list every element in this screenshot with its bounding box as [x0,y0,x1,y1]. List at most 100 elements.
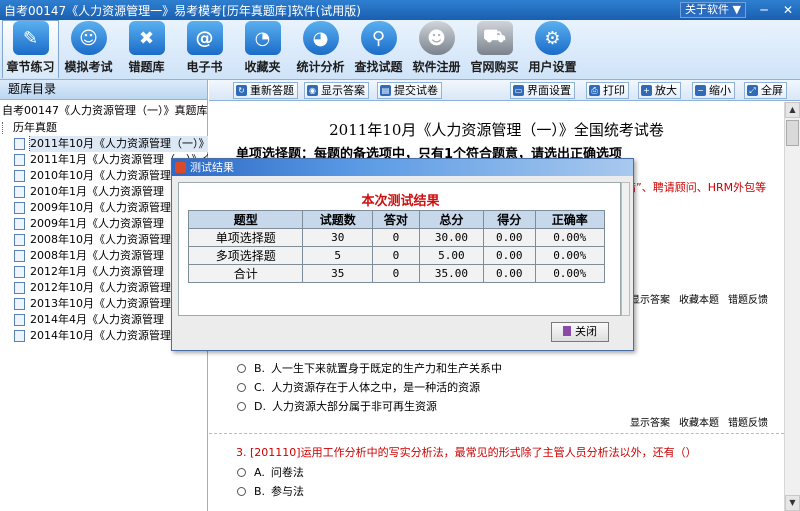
table-cell: 0.00 [482,246,536,265]
column-header: 总分 [418,210,484,229]
table-cell: 35.00 [418,264,484,283]
document-icon [14,250,25,262]
zoom-out-button[interactable]: − 缩小 [692,82,735,99]
toolbar-chapter-practice[interactable]: ✎ 章节练习 [2,20,59,78]
dialog-title-bar: 测试结果 [172,159,633,176]
close-window-icon[interactable]: ✕ [776,1,800,19]
feedback-link[interactable]: 错题反馈 [728,295,768,306]
toolbar-label: 官网购买 [470,60,519,74]
toolbar-label: 收藏夹 [244,60,281,74]
option-row[interactable]: C. 人力资源存在于人体之中，是一种活的资源 [237,379,480,395]
rss-favorite-icon: ◔ [244,21,281,55]
catalog-header: 题库目录 [0,80,207,100]
dialog-title: 测试结果 [190,161,234,174]
refresh-icon: ↻ [236,85,247,96]
toolbar-wrong-questions[interactable]: ✖ 错题库 [118,20,175,78]
option-row[interactable]: D. 人力资源大部分属于非可再生资源 [237,398,437,414]
option-row[interactable]: B. 人一生下来就置身于既定的生产力和生产关系中 [237,360,502,376]
toolbar-user-settings[interactable]: ⚙ 用户设置 [524,20,581,78]
document-icon [14,330,25,342]
table-cell: 30.00 [418,228,484,247]
table-cell: 5.00 [418,246,484,265]
option-key: C. [254,380,266,394]
toolbar-label: 查找试题 [354,60,403,74]
radio-button[interactable] [237,363,246,373]
document-icon [14,170,25,182]
zoom-in-button[interactable]: + 放大 [638,82,681,99]
column-header: 题型 [187,210,304,229]
toolbar-label: 章节练习 [6,60,55,74]
table-row: 多项选择题 5 0 5.00 0.00 0.00% [187,246,605,265]
toolbar-favorites[interactable]: ◔ 收藏夹 [234,20,291,78]
question-text-fragment: 猎”、聘请顾问、HRM外包等 [625,181,767,194]
test-result-dialog: 测试结果 本次测试结果 题型 试题数 答对 总分 得分 正确率 单项选择题 30… [171,158,634,351]
print-button[interactable]: ⎙ 打印 [586,82,629,99]
show-answer-button[interactable]: ◉ 显示答案 [304,82,369,99]
scroll-up-icon[interactable]: ▲ [785,102,800,118]
gear-icon: ⚙ [534,21,571,55]
redo-answers-button[interactable]: ↻ 重新答题 [233,82,298,99]
option-key: A. [254,465,265,479]
window-title: 自考00147《人力资源管理一》易考模考[历年真题库]软件(试用版) [4,3,361,18]
print-label: 打印 [603,84,625,97]
fullscreen-button[interactable]: ⤢ 全屏 [744,82,787,99]
toolbar-register[interactable]: ☻ 软件注册 [408,20,465,78]
column-header: 得分 [482,210,536,229]
table-cell: 单项选择题 [187,228,304,247]
favorite-link[interactable]: 收藏本题 [679,418,719,429]
document-icon [14,186,25,198]
table-cell: 多项选择题 [187,246,304,265]
document-icon [14,218,25,230]
tree-root-label: 历年真题 [13,121,57,134]
close-label: 关闭 [575,325,597,338]
redo-label: 重新答题 [250,84,294,97]
toolbar-buy-online[interactable]: ⛟ 官网购买 [466,20,523,78]
option-text: 人力资源存在于人体之中，是一种活的资源 [271,381,481,394]
option-key: B. [254,484,266,498]
toolbar-mock-exam[interactable]: ☺ 模拟考试 [60,20,117,78]
eye-icon: ◉ [307,85,318,96]
option-row[interactable]: A. 问卷法 [237,464,304,480]
table-cell: 0.00% [534,264,605,283]
tree-root-past-exams[interactable]: 历年真题 [0,120,208,136]
submit-paper-button[interactable]: ▤ 提交试卷 [377,82,442,99]
content-scrollbar[interactable]: ▲ ▼ [784,102,800,511]
ui-settings-label: 界面设置 [527,84,571,97]
about-software-button[interactable]: 关于软件 ▼ [680,2,746,18]
toolbar-ebook[interactable]: @ 电子书 [176,20,233,78]
table-cell: 合计 [187,264,304,283]
scrollbar-thumb[interactable] [786,120,799,146]
show-answer-link[interactable]: 显示答案 [630,295,670,306]
favorite-link[interactable]: 收藏本题 [679,295,719,306]
document-icon [14,138,25,150]
zoom-out-icon: − [695,85,706,96]
scroll-down-icon[interactable]: ▼ [785,495,800,511]
ui-settings-button[interactable]: ▭ 界面设置 [510,82,575,99]
show-answer-label: 显示答案 [321,84,365,97]
radio-button[interactable] [237,401,246,411]
main-toolbar: ✎ 章节练习 ☺ 模拟考试 ✖ 错题库 @ 电子书 ◔ 收藏夹 ◕ 统计分析 ⚲… [0,20,800,80]
radio-button[interactable] [237,382,246,392]
table-cell: 30 [302,228,373,247]
tree-item[interactable]: 2011年10月《人力资源管理（一）》全国统 [0,136,208,152]
feedback-link[interactable]: 错题反馈 [728,418,768,429]
toolbar-statistics[interactable]: ◕ 统计分析 [292,20,349,78]
table-cell: 0 [371,264,420,283]
option-row[interactable]: B. 参与法 [237,483,304,499]
radio-button[interactable] [237,467,246,477]
exit-door-icon [563,326,571,336]
show-answer-link[interactable]: 显示答案 [630,418,670,429]
radio-button[interactable] [237,486,246,496]
toolbar-label: 统计分析 [296,60,345,74]
result-panel: 本次测试结果 题型 试题数 答对 总分 得分 正确率 单项选择题 30 0 30… [178,182,621,316]
printer-icon: ⎙ [589,85,600,96]
fullscreen-icon: ⤢ [747,85,758,96]
wrong-book-icon: ✖ [128,21,165,55]
dialog-scrollbar[interactable] [621,182,630,316]
toolbar-search-questions[interactable]: ⚲ 查找试题 [350,20,407,78]
minimize-icon[interactable]: ─ [752,1,776,19]
close-dialog-button[interactable]: 关闭 [551,322,609,342]
toolbar-label: 用户设置 [528,60,577,74]
document-icon [14,202,25,214]
question-3-text: 3. [201110]运用工作分析中的写实分析法，最常见的形式除了主管人员分析法… [236,446,697,459]
